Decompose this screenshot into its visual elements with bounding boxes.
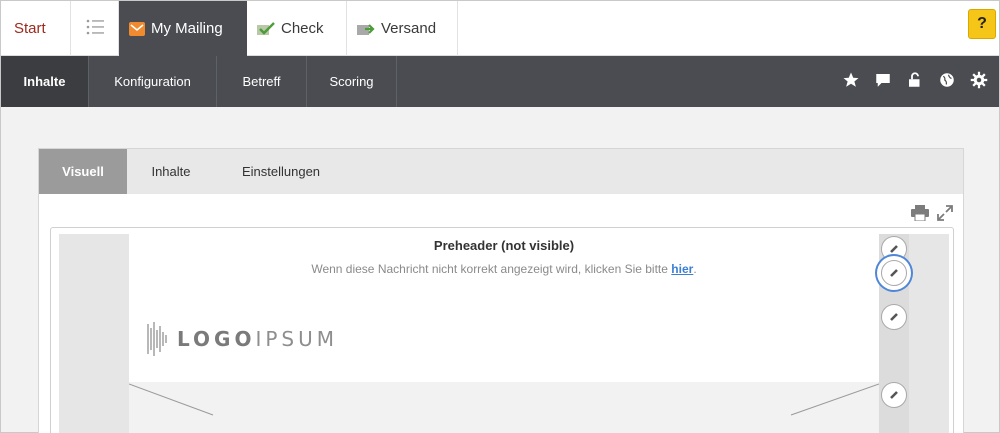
left-gutter <box>59 234 129 433</box>
tab-check-label: Check <box>281 20 324 37</box>
tab-inhalte[interactable]: Inhalte <box>131 149 211 194</box>
edit-block-button-preheader[interactable] <box>881 236 907 262</box>
notice-end: . <box>693 262 697 276</box>
help-button[interactable]: ? <box>968 9 996 39</box>
browser-view-notice: Wenn diese Nachricht nicht korrekt angez… <box>129 262 879 276</box>
sub-navigation: Inhalte Konfiguration Betreff Scoring <box>1 56 999 107</box>
pencil-icon <box>890 391 898 399</box>
subnav-item-konfiguration[interactable]: Konfiguration <box>89 56 217 107</box>
subnav-item-scoring[interactable]: Scoring <box>307 56 397 107</box>
logo-text-bold: LOGO <box>177 327 256 351</box>
notice-link[interactable]: hier <box>671 262 693 276</box>
pencil-icon <box>890 245 898 253</box>
tab-versand[interactable]: Versand <box>347 1 458 56</box>
check-icon <box>257 21 275 36</box>
logo-mark-icon <box>147 322 167 356</box>
edit-block-button-logo[interactable] <box>881 304 907 330</box>
pencil-icon <box>890 313 898 321</box>
mail-icon <box>129 21 145 36</box>
print-icon[interactable] <box>911 205 929 226</box>
list-view-button[interactable] <box>71 1 119 56</box>
tab-versand-label: Versand <box>381 20 437 37</box>
unlock-icon[interactable] <box>905 70 925 90</box>
send-icon <box>357 22 375 36</box>
tab-einstellungen[interactable]: Einstellungen <box>229 149 333 194</box>
notice-text: Wenn diese Nachricht nicht korrekt angez… <box>311 262 668 276</box>
edit-block-button-notice[interactable] <box>881 260 907 286</box>
tab-visuell[interactable]: Visuell <box>39 149 127 194</box>
editor-tools <box>911 205 953 226</box>
top-bar: Start My Mailing Check Versand ? <box>1 1 999 56</box>
logo-text: LOGOIPSUM <box>177 327 338 351</box>
logo: LOGOIPSUM <box>147 320 338 358</box>
tab-my-mailing[interactable]: My Mailing <box>119 1 247 56</box>
subnav-icon-group <box>841 70 989 90</box>
gear-icon[interactable] <box>969 70 989 90</box>
mail-canvas: Preheader (not visible) Wenn diese Nachr… <box>50 227 954 433</box>
tab-start[interactable]: Start <box>1 1 71 56</box>
edit-block-button-hero[interactable] <box>881 382 907 408</box>
editor-panel: Visuell Inhalte Einstellungen Preheader … <box>38 148 964 433</box>
globe-icon[interactable] <box>937 70 957 90</box>
expand-icon[interactable] <box>937 205 953 226</box>
subnav-item-betreff[interactable]: Betreff <box>217 56 307 107</box>
editor-tab-bar: Visuell Inhalte Einstellungen <box>39 149 963 194</box>
comment-icon[interactable] <box>873 70 893 90</box>
hero-image-placeholder <box>128 382 880 433</box>
subnav-item-inhalte[interactable]: Inhalte <box>1 56 89 107</box>
logo-text-light: IPSUM <box>255 327 339 351</box>
mail-content: Preheader (not visible) Wenn diese Nachr… <box>128 234 880 433</box>
tab-my-mailing-label: My Mailing <box>151 20 223 37</box>
tab-start-label: Start <box>14 20 46 37</box>
preheader-title: Preheader (not visible) <box>433 238 575 253</box>
pencil-icon <box>890 269 898 277</box>
star-icon[interactable] <box>841 70 861 90</box>
tab-check[interactable]: Check <box>247 1 347 56</box>
list-icon <box>86 19 104 39</box>
